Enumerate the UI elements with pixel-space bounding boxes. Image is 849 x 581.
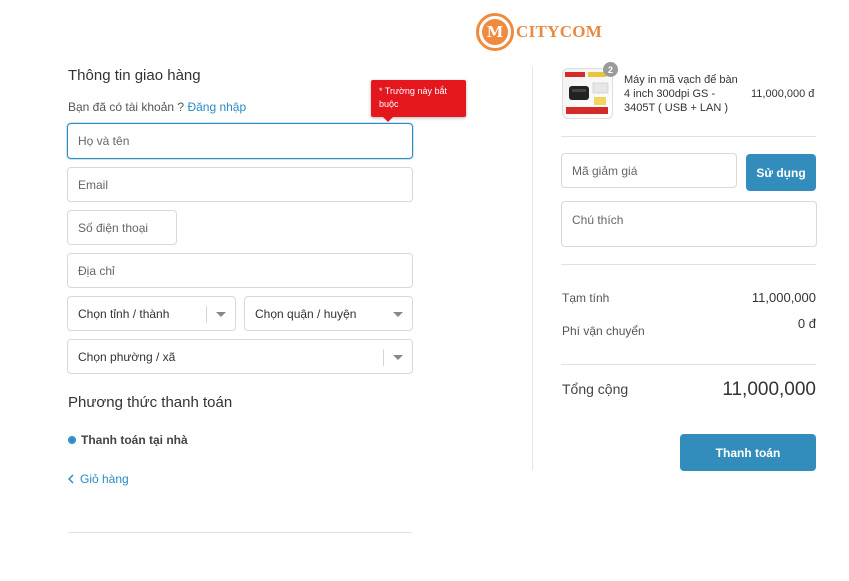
name-placeholder: Họ và tên <box>78 134 130 148</box>
quantity-badge: 2 <box>603 62 618 77</box>
province-select[interactable]: Chọn tỉnh / thành <box>67 296 236 331</box>
column-divider <box>532 67 533 470</box>
summary-divider <box>561 264 816 265</box>
printer-image-icon <box>565 72 609 114</box>
ward-select[interactable]: Chọn phường / xã <box>67 339 413 374</box>
logo-mark-icon: M <box>476 13 514 51</box>
login-link[interactable]: Đăng nhập <box>187 100 246 114</box>
phone-placeholder: Số điện thoại <box>78 220 149 235</box>
name-field[interactable]: Họ và tên <box>67 123 413 159</box>
footer-divider <box>68 532 412 533</box>
brand-name: CITYCOM <box>516 22 603 41</box>
phone-field[interactable]: Số điện thoại <box>67 210 177 245</box>
summary-divider <box>561 364 816 365</box>
summary-divider <box>561 136 816 137</box>
address-placeholder: Địa chỉ <box>78 263 115 278</box>
apply-discount-button[interactable]: Sử dụng <box>746 154 816 191</box>
required-tooltip: * Trường này bắt buộc <box>371 80 466 122</box>
note-field[interactable]: Chú thích <box>561 201 817 247</box>
chevron-down-icon <box>216 312 226 317</box>
checkout-button[interactable]: Thanh toán <box>680 434 816 471</box>
select-divider <box>383 349 384 366</box>
back-link-label: Giỏ hàng <box>80 472 129 486</box>
subtotal-label: Tạm tính <box>562 291 610 305</box>
note-placeholder: Chú thích <box>572 213 624 227</box>
product-price: 11,000,000 đ <box>751 88 815 100</box>
payment-option-label: Thanh toán tại nhà <box>81 433 188 447</box>
brand-logo[interactable]: M CITYCOM <box>476 13 602 51</box>
logo-letter: M <box>482 19 508 45</box>
product-name: Máy in mã vạch để bàn 4 inch 300dpi GS -… <box>624 74 738 114</box>
discount-placeholder: Mã giảm giá <box>572 163 638 178</box>
chevron-left-icon <box>68 474 74 484</box>
district-select[interactable]: Chọn quận / huyện <box>244 296 413 331</box>
province-select-value: Chọn tỉnh / thành <box>78 306 170 321</box>
shipping-fee-value: 0 đ <box>797 316 816 331</box>
shipping-title: Thông tin giao hàng <box>68 67 201 84</box>
total-value: 11,000,000 <box>722 379 816 400</box>
select-divider <box>206 306 207 323</box>
total-label: Tổng cộng <box>562 381 629 397</box>
payment-option[interactable]: Thanh toán tại nhà <box>68 433 188 447</box>
email-placeholder: Email <box>78 177 109 192</box>
discount-code-field[interactable]: Mã giảm giá <box>561 153 737 188</box>
ward-select-value: Chọn phường / xã <box>78 349 176 364</box>
shipping-fee-label: Phí vận chuyển <box>562 324 645 338</box>
email-field[interactable]: Email <box>67 167 413 202</box>
account-prompt: Bạn đã có tài khoản ? <box>68 100 185 114</box>
subtotal-value: 11,000,000 <box>751 290 816 305</box>
back-to-cart-link[interactable]: Giỏ hàng <box>68 472 129 486</box>
account-prompt-row: Bạn đã có tài khoản ? Đăng nhập <box>68 100 246 114</box>
chevron-down-icon <box>393 312 403 317</box>
district-select-value: Chọn quận / huyện <box>255 306 357 321</box>
chevron-down-icon <box>393 355 403 360</box>
radio-dot <box>69 437 75 443</box>
address-field[interactable]: Địa chỉ <box>67 253 413 288</box>
payment-title: Phương thức thanh toán <box>68 394 233 411</box>
payment-radio[interactable] <box>68 436 76 444</box>
